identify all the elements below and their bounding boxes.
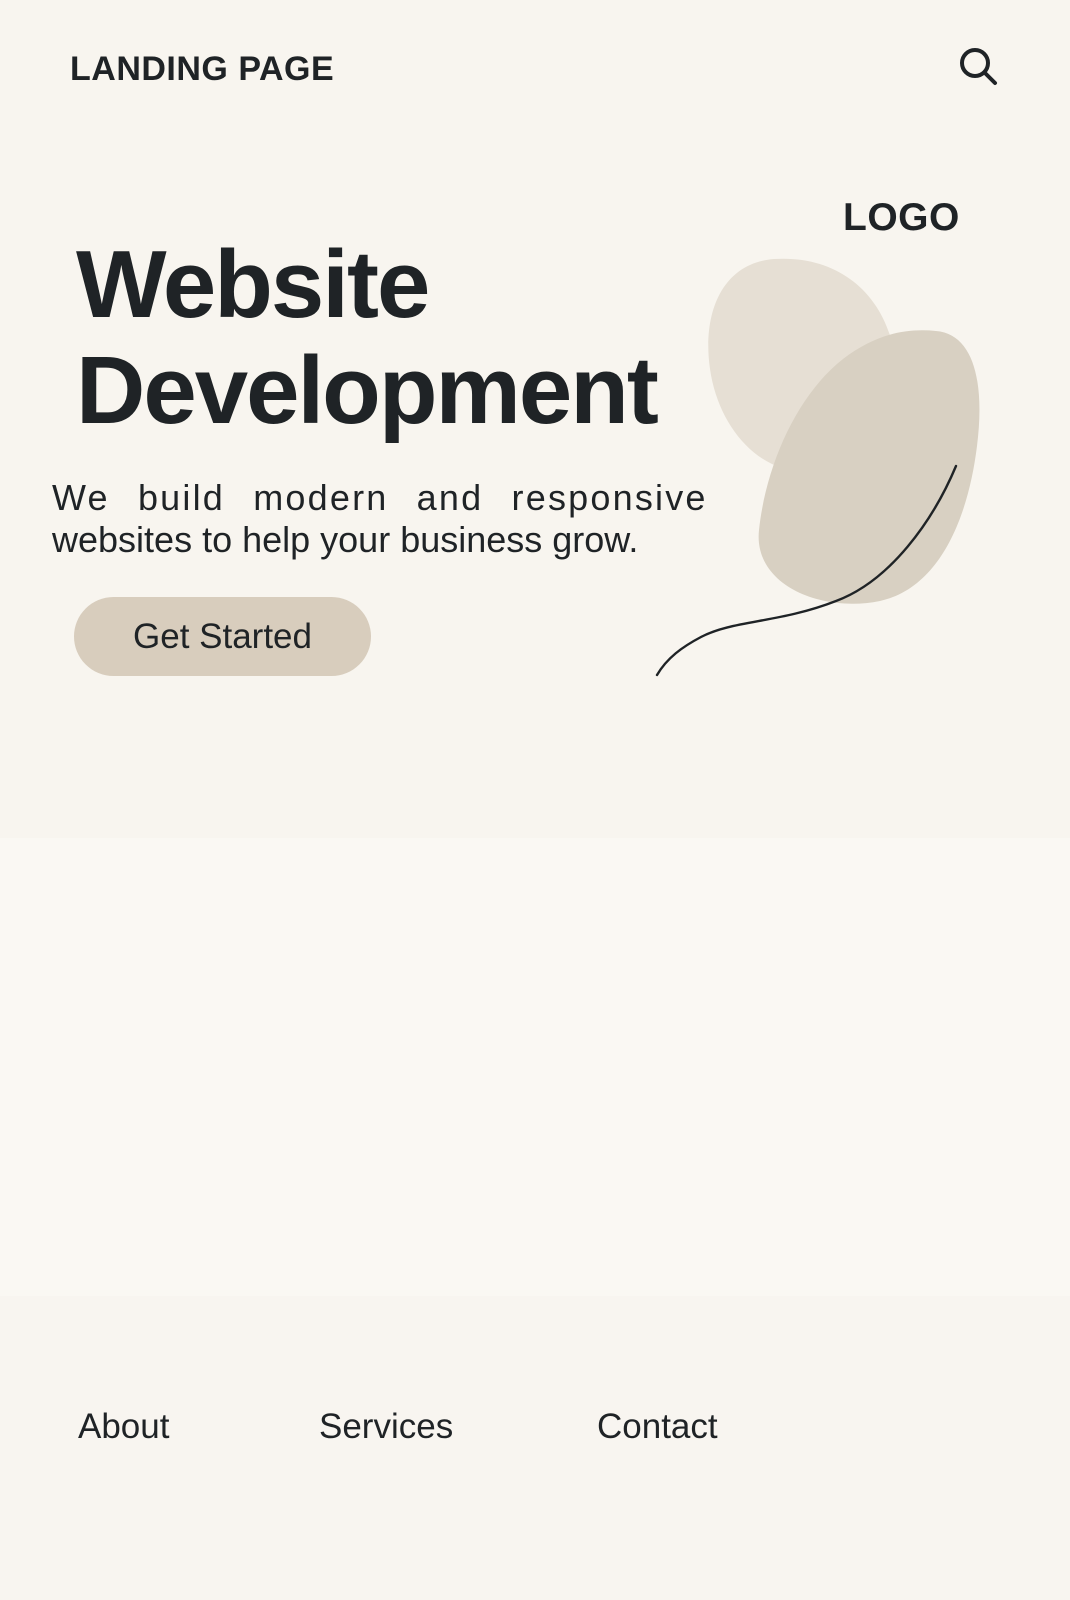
footer-nav: About Services Contact	[0, 1402, 1070, 1452]
hero-title-line: Website	[76, 231, 430, 338]
logo: LOGO	[843, 196, 960, 239]
footer-link-services[interactable]: Services	[319, 1402, 453, 1452]
search-icon	[960, 48, 997, 85]
leaf-illustration	[650, 255, 1010, 685]
hero-title-line: Development	[76, 337, 659, 444]
footer-link-about[interactable]: About	[78, 1402, 169, 1452]
brand-title: LANDING PAGE	[70, 50, 335, 88]
hero-description-line: websites to help your business grow.	[52, 519, 639, 560]
hero-description: We build modern and responsive websites …	[52, 477, 734, 561]
content-background	[0, 838, 1070, 1296]
leaf-icon	[655, 258, 980, 677]
landing-page: LANDING PAGE LOGO Website Development We…	[0, 0, 1070, 1600]
get-started-button[interactable]: Get Started	[74, 597, 371, 676]
hero-title: Website Development	[76, 231, 659, 444]
search-button[interactable]	[956, 44, 1004, 92]
hero-description-line: We build modern and responsive	[52, 477, 708, 518]
footer-link-contact[interactable]: Contact	[597, 1402, 718, 1452]
